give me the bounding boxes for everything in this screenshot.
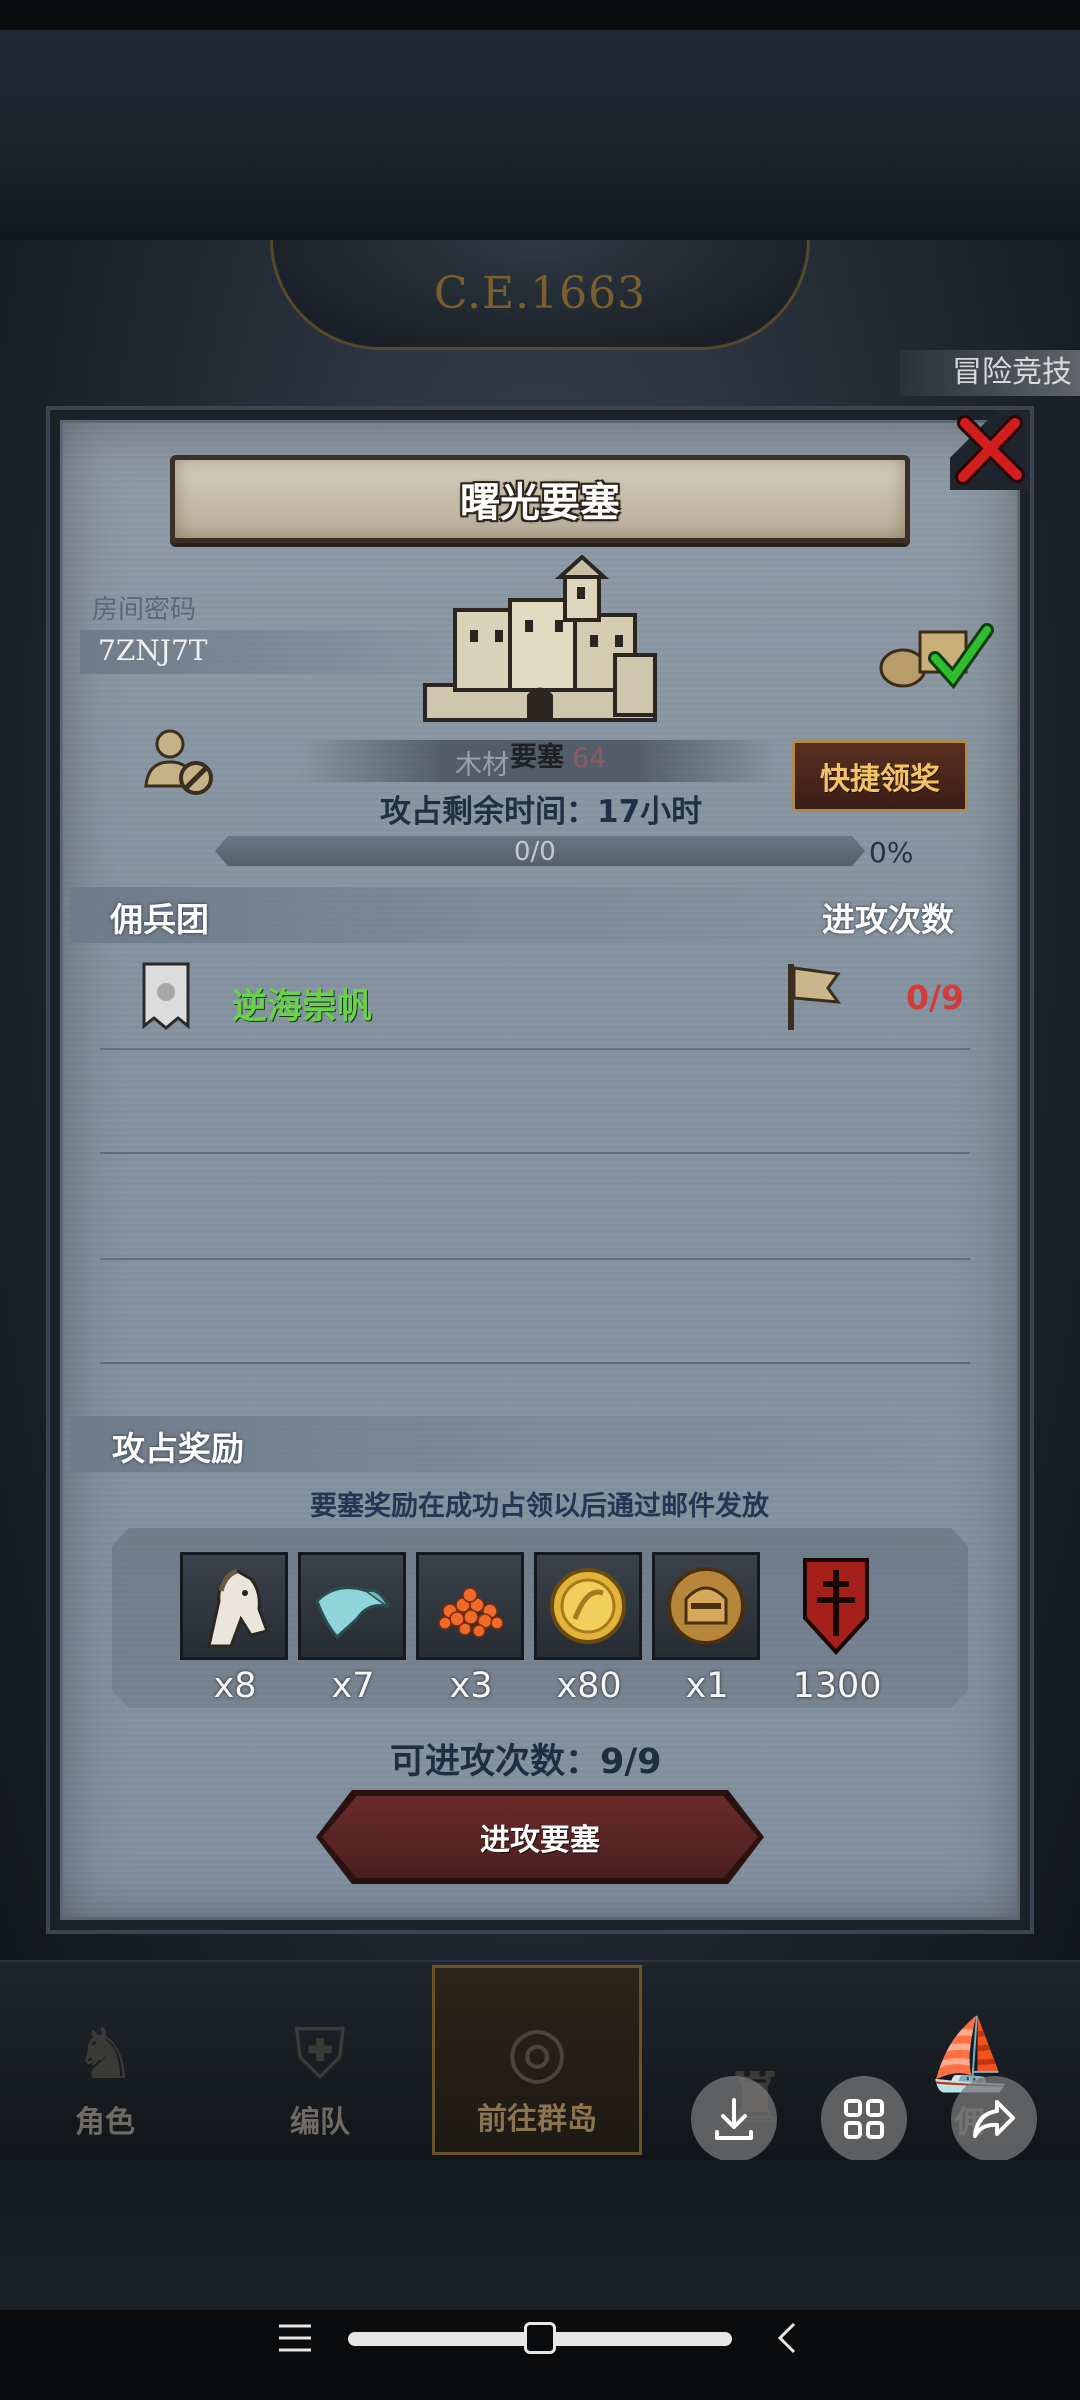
resource-name: 木材 bbox=[455, 750, 509, 781]
fortress-icon bbox=[423, 555, 657, 722]
row-divider bbox=[100, 1152, 970, 1154]
share-icon bbox=[973, 2100, 1015, 2138]
reward-qty: x3 bbox=[449, 1666, 493, 1706]
reward-qty: x80 bbox=[556, 1666, 622, 1706]
attack-fortress-button[interactable]: 进攻要塞 bbox=[322, 1796, 758, 1878]
reward-frame bbox=[298, 1552, 406, 1660]
nav-label-role: 角色 bbox=[75, 2105, 135, 2140]
reward-qty: x7 bbox=[331, 1666, 375, 1706]
caviar-icon bbox=[438, 1587, 504, 1638]
remaining-time: 攻占剩余时间：17小时 bbox=[380, 794, 703, 830]
reward-qty: 1300 bbox=[792, 1666, 882, 1706]
reward-item[interactable]: x7 bbox=[298, 1552, 408, 1706]
era-text: C.E.1663 bbox=[433, 268, 647, 319]
room-code[interactable]: 7ZNJ7T bbox=[98, 634, 207, 667]
home-icon[interactable] bbox=[524, 2322, 556, 2354]
apps-button[interactable] bbox=[821, 2076, 907, 2162]
share-button[interactable] bbox=[951, 2076, 1037, 2162]
grid-icon bbox=[844, 2099, 884, 2139]
reward-frame bbox=[652, 1552, 760, 1660]
dialog-title: 曙光要塞 bbox=[460, 480, 620, 526]
knight-medal-icon bbox=[667, 1567, 745, 1645]
guild-name[interactable]: 逆海崇帆 bbox=[232, 978, 372, 1029]
reward-qty: x8 bbox=[213, 1666, 257, 1706]
close-icon bbox=[955, 415, 1025, 485]
menu-icon[interactable] bbox=[275, 2318, 315, 2358]
cloth-icon bbox=[315, 1586, 391, 1640]
horse-icon bbox=[207, 1568, 269, 1648]
fortress-label: 要塞 bbox=[510, 742, 564, 773]
quick-claim-button[interactable]: 快捷领奖 bbox=[792, 740, 968, 812]
room-code-label: 房间密码 bbox=[92, 595, 197, 625]
reward-item[interactable]: x1 bbox=[652, 1552, 762, 1706]
reward-frame bbox=[534, 1552, 642, 1660]
bottom-backdrop bbox=[0, 2160, 1080, 2310]
reward-header: 攻占奖励 bbox=[112, 1429, 244, 1468]
title-plate: 曙光要塞 bbox=[170, 455, 910, 543]
helmet-icon: ⛨ bbox=[293, 2013, 347, 2095]
nav-tab-role[interactable]: ♞ 角色 bbox=[0, 1965, 210, 2155]
era-banner: C.E.1663 bbox=[270, 240, 810, 350]
back-icon[interactable] bbox=[772, 2318, 802, 2358]
attempts-remaining: 可进攻次数：9/9 bbox=[390, 1742, 662, 1782]
progress-count: 0/0 bbox=[514, 837, 556, 867]
reward-item[interactable]: x8 bbox=[180, 1552, 290, 1706]
knight-icon: ♞ bbox=[73, 2013, 137, 2095]
compass-icon: ◎ bbox=[506, 2010, 568, 2092]
download-button[interactable] bbox=[691, 2076, 777, 2162]
nav-label-formation: 编队 bbox=[290, 2105, 350, 2140]
side-badge[interactable]: 冒险竞技 bbox=[900, 350, 1080, 396]
reward-frame bbox=[782, 1552, 890, 1660]
gold-coin-icon bbox=[550, 1568, 626, 1644]
resource-value: 64 bbox=[572, 743, 607, 774]
guild-attack-count: 0/9 bbox=[906, 978, 964, 1017]
progress-percent: 0% bbox=[869, 836, 914, 869]
row-divider bbox=[100, 1048, 970, 1050]
guild-banner-icon bbox=[142, 962, 190, 1030]
reward-frame bbox=[416, 1552, 524, 1660]
close-button[interactable] bbox=[950, 410, 1030, 490]
reward-item[interactable]: 1300 bbox=[782, 1552, 892, 1706]
quick-claim-label: 快捷领奖 bbox=[820, 762, 940, 797]
attack-fortress-label: 进攻要塞 bbox=[480, 1823, 600, 1858]
reward-qty: x1 bbox=[685, 1666, 729, 1706]
flag-icon bbox=[788, 964, 842, 1030]
row-divider bbox=[100, 1258, 970, 1260]
no-player-icon bbox=[144, 729, 213, 795]
reward-item[interactable]: x80 bbox=[534, 1552, 644, 1706]
reward-item[interactable]: x3 bbox=[416, 1552, 526, 1706]
loot-claimed-icon[interactable] bbox=[875, 620, 995, 690]
nav-tab-formation[interactable]: ⛨ 编队 bbox=[215, 1965, 425, 2155]
reward-frame bbox=[180, 1552, 288, 1660]
red-crest-icon bbox=[803, 1558, 869, 1655]
download-icon bbox=[715, 2098, 753, 2140]
nav-tab-islands[interactable]: ◎ 前往群岛 bbox=[432, 1965, 642, 2155]
top-backdrop bbox=[0, 30, 1080, 240]
nav-label-islands: 前往群岛 bbox=[477, 2102, 597, 2137]
row-divider bbox=[100, 1362, 970, 1364]
mercenary-header: 佣兵团 bbox=[110, 900, 209, 939]
attack-count-header: 进攻次数 bbox=[822, 900, 954, 939]
reward-note: 要塞奖励在成功占领以后通过邮件发放 bbox=[310, 1491, 769, 1522]
